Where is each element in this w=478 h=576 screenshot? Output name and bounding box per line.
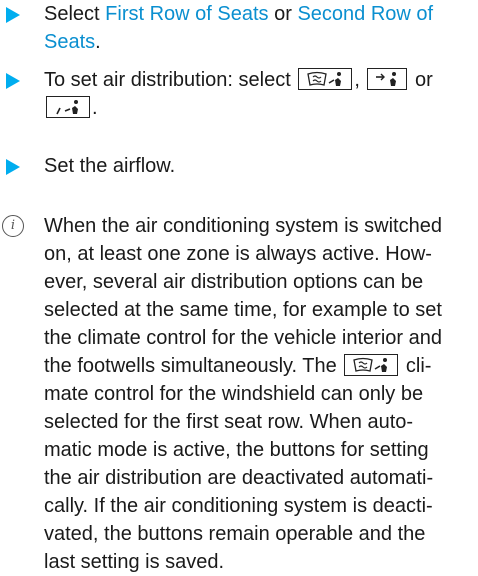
footwell-airflow-button[interactable]: [46, 95, 90, 118]
step-text: Select First Row of Seats or Second Row …: [44, 3, 434, 53]
center-vent-button[interactable]: [367, 67, 408, 90]
windshield-airflow-icon: [353, 357, 388, 372]
manual-page: Select First Row of Seats or Second Row …: [0, 0, 478, 573]
step-text: Set the airflow.: [44, 155, 176, 177]
note-text: When the air conditioning system is swit…: [44, 215, 442, 573]
windshield-airflow-button[interactable]: [298, 67, 353, 90]
first-row-link[interactable]: First Row of Seats: [105, 3, 268, 25]
windshield-airflow-icon: [307, 71, 342, 86]
center-vent-airflow-icon: [376, 71, 397, 86]
triangle-bullet-icon: [6, 7, 20, 23]
step-select-row: Select First Row of Seats or Second Row …: [0, 0, 470, 56]
footwell-airflow-icon: [56, 99, 78, 115]
windshield-airflow-button[interactable]: [344, 353, 399, 376]
triangle-bullet-icon: [6, 159, 20, 175]
step-air-distribution: To set air distribution: select , or .: [0, 66, 470, 122]
step-set-airflow: Set the airflow.: [0, 152, 470, 180]
triangle-bullet-icon: [6, 73, 20, 89]
info-icon: i: [2, 215, 24, 237]
info-note: i When the air conditioning system is sw…: [0, 212, 470, 576]
step-text: To set air distribution: select , or .: [44, 67, 433, 119]
